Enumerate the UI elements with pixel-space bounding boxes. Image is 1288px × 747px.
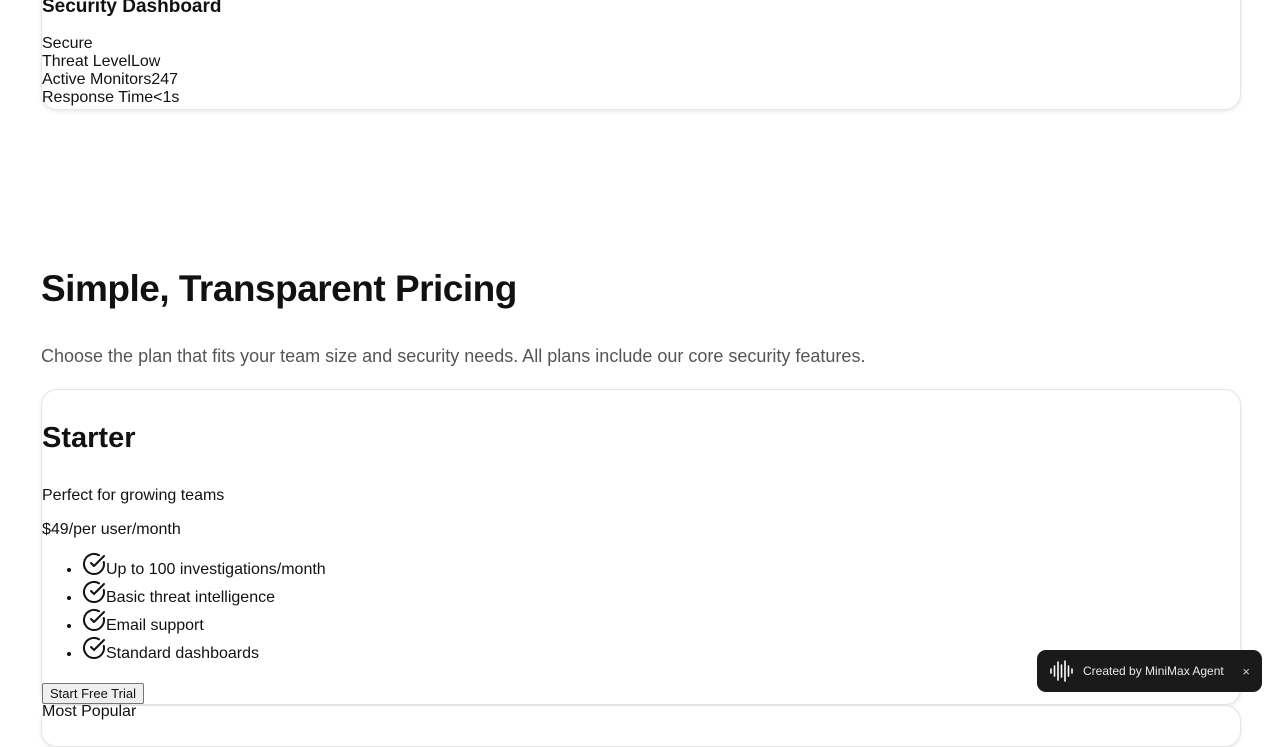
waveform-icon bbox=[1050, 660, 1073, 682]
feature-text: Standard dashboards bbox=[106, 645, 259, 662]
check-circle-icon bbox=[82, 580, 106, 604]
close-icon[interactable]: × bbox=[1242, 664, 1250, 679]
list-item: Up to 100 investigations/month bbox=[82, 552, 326, 584]
list-item: Standard dashboards bbox=[82, 636, 326, 668]
stat-active-monitors: Active Monitors247 bbox=[42, 71, 179, 89]
list-item: Basic threat intelligence bbox=[82, 580, 326, 612]
stat-value: 247 bbox=[151, 71, 179, 88]
feature-text: Up to 100 investigations/month bbox=[106, 561, 326, 578]
start-free-trial-button[interactable]: Start Free Trial bbox=[42, 683, 144, 704]
plan-name: Starter bbox=[42, 422, 136, 454]
stat-label: Threat Level bbox=[42, 53, 131, 70]
plan-feature-list: Up to 100 investigations/month Basic thr… bbox=[42, 552, 326, 668]
stat-value: <1s bbox=[153, 89, 180, 106]
stat-value: Low bbox=[130, 53, 161, 70]
stat-label: Response Time bbox=[42, 89, 154, 106]
plan-price: $49/per user/month bbox=[42, 520, 181, 540]
check-circle-icon bbox=[82, 608, 106, 632]
plan-card-popular bbox=[41, 705, 1241, 747]
created-by-badge[interactable]: Created by MiniMax Agent × bbox=[1037, 650, 1262, 692]
dashboard-stats: Secure Threat LevelLow Active Monitors24… bbox=[42, 35, 179, 107]
price-amount: $49 bbox=[42, 521, 69, 538]
pricing-title: Simple, Transparent Pricing bbox=[41, 268, 517, 309]
list-item: Email support bbox=[82, 608, 326, 640]
stat-label: Active Monitors bbox=[42, 71, 152, 88]
feature-text: Basic threat intelligence bbox=[106, 589, 275, 606]
most-popular-badge: Most Popular bbox=[42, 703, 137, 720]
check-circle-icon bbox=[82, 552, 106, 576]
pricing-subtitle: Choose the plan that fits your team size… bbox=[41, 346, 866, 366]
feature-text: Email support bbox=[106, 617, 204, 634]
check-circle-icon bbox=[82, 636, 106, 660]
stat-response-time: Response Time<1s bbox=[42, 89, 179, 107]
status-text: Secure bbox=[42, 35, 93, 52]
created-by-label: Created by MiniMax Agent bbox=[1083, 664, 1224, 678]
stat-threat-level: Threat LevelLow bbox=[42, 53, 179, 71]
price-period: /per user/month bbox=[68, 521, 181, 538]
plan-description: Perfect for growing teams bbox=[42, 487, 225, 504]
dashboard-title: Security Dashboard bbox=[42, 0, 222, 17]
